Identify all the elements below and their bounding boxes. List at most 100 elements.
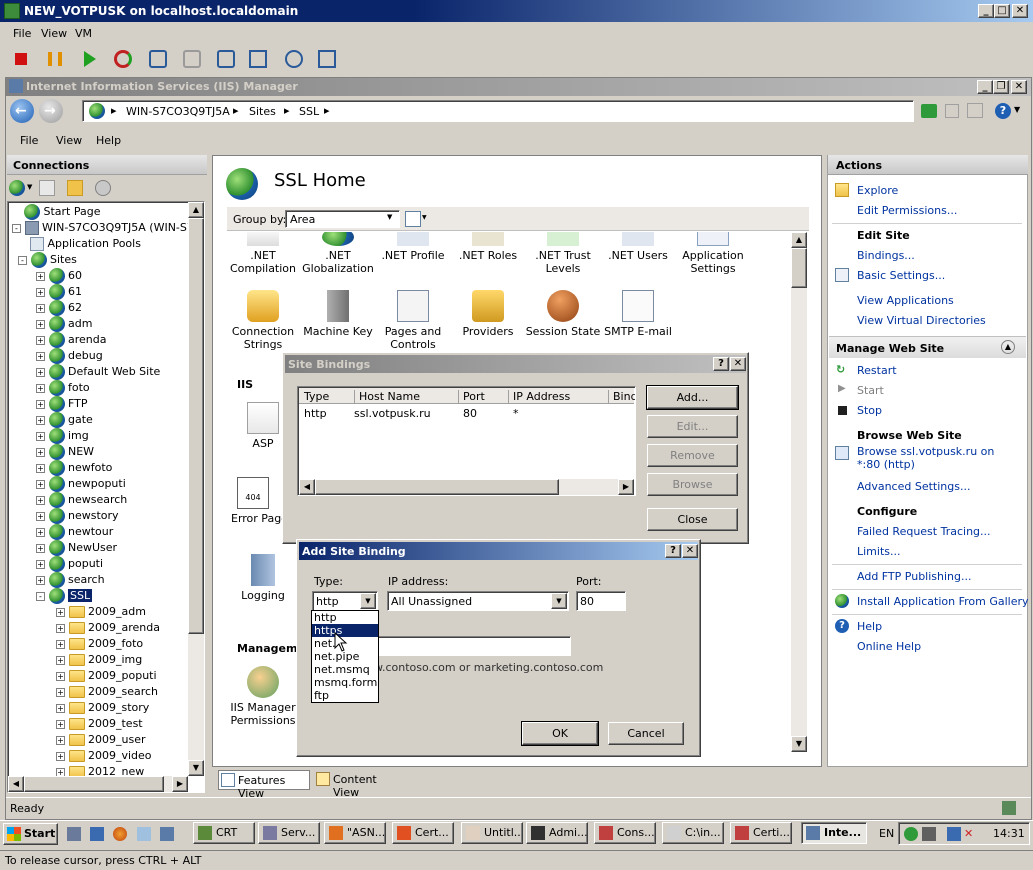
expand-icon[interactable]: + (36, 575, 45, 585)
tree-node[interactable]: + 2009_adm (56, 604, 146, 620)
bindings-scroll-left[interactable]: ◀ (299, 479, 315, 495)
tray-check-icon[interactable] (904, 827, 918, 841)
connect-dropdown-icon[interactable]: ▼ (27, 183, 32, 191)
vm-maximize-button[interactable]: □ (994, 4, 1010, 18)
tree-scroll-right[interactable]: ▶ (172, 776, 188, 792)
feature-net-roles[interactable]: .NET Roles (450, 232, 526, 262)
ip-dropdown-icon[interactable]: ▼ (551, 593, 567, 609)
add-binding-ok-button[interactable]: OK (521, 721, 599, 746)
ip-select[interactable]: All Unassigned ▼ (387, 591, 569, 611)
col-type[interactable]: Type (304, 390, 329, 403)
action-explore[interactable]: Explore (857, 184, 898, 197)
refresh-icon[interactable] (921, 104, 937, 118)
tree-node[interactable]: + search (36, 572, 105, 588)
tree-hscroll[interactable]: ◀ ▶ (8, 776, 188, 792)
expand-icon[interactable]: + (36, 463, 45, 473)
host-name-input[interactable] (369, 636, 571, 656)
snapshot-icon[interactable] (149, 50, 167, 68)
vm-menu-vm[interactable]: VM (75, 27, 92, 40)
tree-node[interactable]: Start Page (12, 204, 101, 220)
tree-node[interactable]: + debug (36, 348, 103, 364)
view-mode-dropdown-icon[interactable]: ▼ (422, 214, 427, 221)
taskbar-button[interactable]: Untitl... (461, 822, 523, 844)
expand-icon[interactable]: + (36, 431, 45, 441)
expand-icon[interactable]: + (56, 751, 65, 761)
tree-node[interactable]: + img (36, 428, 89, 444)
taskbar-button[interactable]: Certi... (730, 822, 792, 844)
action-edit-permissions[interactable]: Edit Permissions... (857, 204, 957, 217)
feature-net-profile[interactable]: .NET Profile (375, 232, 451, 262)
group-by-select[interactable]: Area ▼ (285, 210, 400, 228)
tree-node[interactable]: + NEW (36, 444, 94, 460)
expand-icon[interactable]: + (56, 623, 65, 633)
tree-hscroll-thumb[interactable] (24, 776, 164, 792)
feature-net-trust[interactable]: .NET Trust Levels (525, 232, 601, 275)
add-binding-close-x[interactable]: ✕ (682, 544, 698, 558)
taskbar-button[interactable]: Cons... (594, 822, 656, 844)
add-binding-title-bar[interactable]: Add Site Binding ? ✕ (299, 542, 698, 560)
type-dropdown-list[interactable]: http https net. net.pipe net.msmq msmq.f… (311, 610, 379, 703)
feature-machine-key[interactable]: Machine Key (300, 290, 376, 338)
quicklaunch-server-icon[interactable] (67, 827, 81, 841)
expand-icon[interactable]: + (36, 399, 45, 409)
features-scroll-down[interactable]: ▼ (791, 736, 807, 752)
tree-node[interactable]: + 2009_poputi (56, 668, 157, 684)
iis-menu-file[interactable]: File (20, 134, 38, 147)
action-basic-settings[interactable]: Basic Settings... (857, 269, 945, 282)
iis-minimize-button[interactable]: _ (977, 80, 993, 94)
help-dropdown-icon[interactable]: ▼ (1014, 105, 1020, 114)
bindings-add-button[interactable]: Add... (646, 385, 739, 410)
vm-minimize-button[interactable]: _ (978, 4, 994, 18)
action-add-ftp[interactable]: Add FTP Publishing... (857, 570, 972, 583)
tree-node[interactable]: + arenda (36, 332, 106, 348)
disconnect-icon[interactable] (95, 180, 111, 196)
tree-node[interactable]: + newsearch (36, 492, 127, 508)
collapse-icon[interactable]: - (36, 591, 45, 601)
action-failed-request-tracing[interactable]: Failed Request Tracing... (857, 525, 991, 538)
features-vscroll[interactable]: ▲ ▼ (791, 232, 807, 752)
reset-icon[interactable] (114, 50, 132, 68)
feature-net-globalization[interactable]: .NET Globalization (300, 232, 376, 275)
type-option-net-msmq[interactable]: net.msmq (312, 663, 378, 676)
feature-pages-controls[interactable]: Pages and Controls (375, 290, 451, 351)
expand-icon[interactable]: + (56, 639, 65, 649)
feature-session-state[interactable]: Session State (525, 290, 601, 338)
expand-icon[interactable]: + (36, 559, 45, 569)
tree-node[interactable]: + newtour (36, 524, 113, 540)
connections-tree[interactable]: Start Page - WIN-S7CO3Q9TJ5A (WIN-S7 Appl… (7, 201, 205, 793)
port-input[interactable]: 80 (576, 591, 626, 611)
iis-title-bar[interactable]: Internet Information Services (IIS) Mana… (6, 78, 1031, 96)
settings-icon[interactable] (285, 50, 303, 68)
feature-app-settings[interactable]: Application Settings (675, 232, 751, 275)
start-button[interactable]: Start (3, 823, 58, 845)
tree-scroll-thumb[interactable] (188, 218, 204, 634)
collapse-icon[interactable]: ▲ (1001, 340, 1015, 354)
add-binding-help-button[interactable]: ? (665, 544, 681, 558)
iis-restore-button[interactable]: ❐ (993, 80, 1009, 94)
feature-iis-manager-permissions[interactable]: IIS Manager Permissions (227, 666, 301, 727)
tree-node[interactable]: + 2009_test (56, 716, 143, 732)
iis-menu-help[interactable]: Help (96, 134, 121, 147)
expand-icon[interactable]: + (36, 511, 45, 521)
action-install-gallery[interactable]: Install Application From Gallery (857, 595, 1029, 608)
site-bindings-close-x[interactable]: ✕ (730, 357, 746, 371)
feature-logging[interactable]: Logging (227, 554, 301, 602)
tree-node[interactable]: - Sites (18, 252, 77, 268)
group-by-dropdown-icon[interactable]: ▼ (387, 213, 392, 221)
expand-icon[interactable]: + (36, 415, 45, 425)
tree-node[interactable]: + FTP (36, 396, 88, 412)
tree-node[interactable]: + 62 (36, 300, 82, 316)
full-screen-icon[interactable] (249, 50, 267, 68)
up-icon[interactable] (67, 180, 83, 196)
site-bindings-help-button[interactable]: ? (713, 357, 729, 371)
tree-node[interactable]: + newpoputi (36, 476, 126, 492)
tree-node[interactable]: + 60 (36, 268, 82, 284)
add-binding-cancel-button[interactable]: Cancel (608, 722, 684, 745)
action-stop[interactable]: Stop (857, 404, 882, 417)
vm-close-button[interactable]: ✕ (1012, 4, 1028, 18)
bindings-list[interactable]: Type Host Name Port IP Address Bind http… (297, 386, 636, 496)
feature-smtp[interactable]: SMTP E-mail (600, 290, 676, 338)
feature-net-compilation[interactable]: .NET Compilation (227, 232, 301, 275)
action-limits[interactable]: Limits... (857, 545, 901, 558)
tree-node[interactable]: + gate (36, 412, 93, 428)
